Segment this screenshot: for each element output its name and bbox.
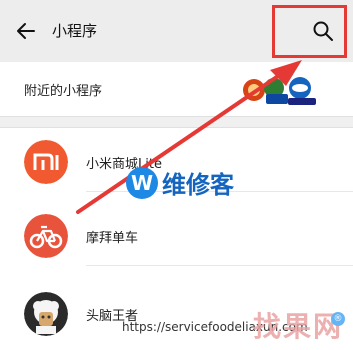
section-divider xyxy=(0,116,353,128)
nearby-thumbnails xyxy=(240,74,320,108)
divider xyxy=(86,265,353,266)
app-header: 小程序 xyxy=(0,0,353,62)
wei-watermark-text: 维修客 xyxy=(162,171,234,199)
zhaoguowang-watermark: 找果网 xyxy=(253,310,344,343)
search-icon[interactable] xyxy=(312,20,334,42)
wei-watermark: W 维修客 xyxy=(126,165,234,200)
wei-watermark-logo: W xyxy=(126,166,158,199)
xiaomi-logo-icon xyxy=(24,140,68,184)
nearby-mini-programs-row[interactable]: 附近的小程序 xyxy=(0,62,353,116)
list-item-label: 摩拜单车 xyxy=(86,231,139,246)
mobike-logo-icon xyxy=(24,214,68,258)
back-arrow-icon[interactable] xyxy=(14,19,38,43)
nearby-label: 附近的小程序 xyxy=(24,84,103,99)
list-item-mobike[interactable]: 摩拜单车 xyxy=(0,206,353,266)
page-title: 小程序 xyxy=(52,22,98,40)
registered-badge: ® xyxy=(331,312,345,326)
brain-king-logo-icon xyxy=(24,292,68,336)
